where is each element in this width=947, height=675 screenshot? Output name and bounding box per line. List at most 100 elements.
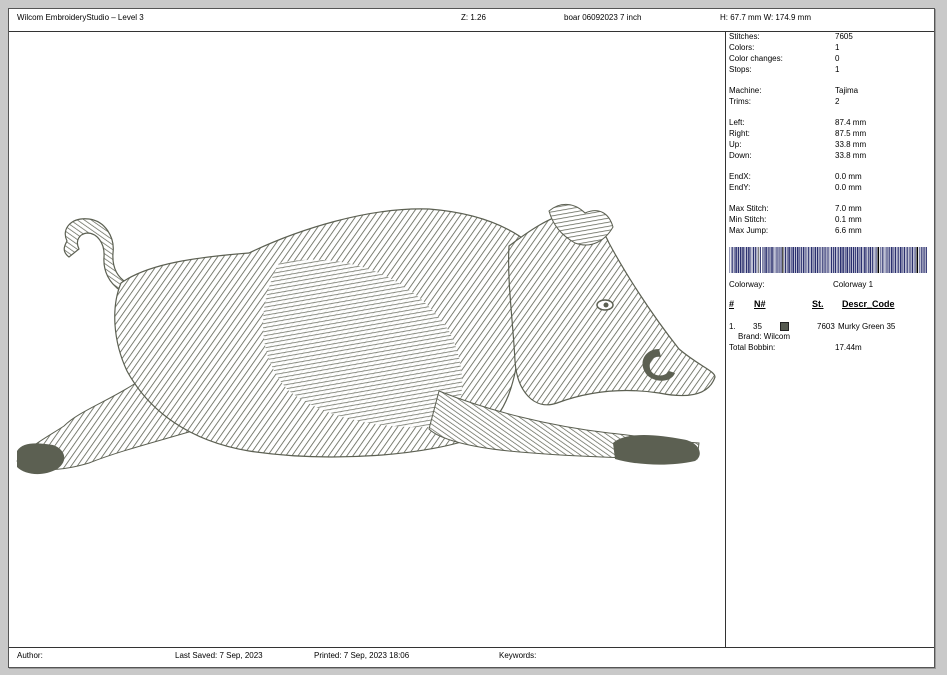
barcode-bar — [903, 247, 906, 273]
barcode-bar — [771, 247, 773, 273]
barcode-bar — [832, 247, 834, 273]
barcode-bar — [734, 247, 735, 273]
barcode-bar — [754, 247, 756, 273]
barcode-bar — [846, 247, 848, 273]
barcode-bar — [732, 247, 734, 273]
barcode-bar — [874, 247, 876, 273]
barcode-bar — [769, 247, 771, 273]
barcode-bar — [866, 247, 867, 273]
barcode-bar — [859, 247, 860, 273]
barcode-bar — [794, 247, 797, 273]
last-saved-field: Last Saved: 7 Sep, 2023 — [175, 651, 263, 660]
barcode-bar — [850, 247, 853, 273]
design-info-panel: Stitches: 7605 Colors: 1 Color changes: … — [726, 31, 934, 647]
barcode-bar — [915, 247, 916, 273]
stat-end-x: EndX: 0.0 mm — [729, 172, 862, 181]
barcode-bar — [759, 247, 761, 273]
barcode-bar — [823, 247, 825, 273]
barcode-bar — [748, 247, 750, 273]
barcode-bar — [834, 247, 837, 273]
barcode-bar — [816, 247, 819, 273]
barcode-bar — [810, 247, 813, 273]
barcode-bar — [838, 247, 840, 273]
stat-up: Up: 33.8 mm — [729, 140, 867, 149]
barcode-bar — [919, 247, 920, 273]
barcode-bar — [873, 247, 875, 273]
barcode-bar — [893, 247, 894, 273]
barcode-bar — [877, 247, 880, 273]
barcode-bar — [828, 247, 829, 273]
file-name: boar 06092023 7 inch — [564, 13, 642, 22]
design-preview-area — [9, 31, 726, 647]
barcode-bar — [729, 247, 730, 273]
stat-end-y: EndY: 0.0 mm — [729, 183, 862, 192]
barcode-bar — [792, 247, 794, 273]
stat-stitches: Stitches: 7605 — [729, 32, 853, 41]
barcode-bar — [813, 247, 814, 273]
stitch-barcode — [729, 247, 927, 273]
stat-trims: Trims: 2 — [729, 97, 840, 106]
thread-index: 1. — [729, 322, 736, 331]
barcode-bar — [836, 247, 838, 273]
barcode-bar — [805, 247, 806, 273]
barcode-bar — [894, 247, 897, 273]
barcode-bar — [920, 247, 922, 273]
barcode-bar — [862, 247, 864, 273]
barcode-bar — [871, 247, 873, 273]
barcode-bar — [809, 247, 811, 273]
barcode-bar — [905, 247, 907, 273]
barcode-bar — [756, 247, 758, 273]
barcode-bar — [916, 247, 919, 273]
barcode-bar — [910, 247, 911, 273]
barcode-bar — [777, 247, 779, 273]
barcode-bar — [767, 247, 769, 273]
boar-embroidery-design — [16, 204, 716, 475]
barcode-bar — [784, 247, 787, 273]
barcode-bar — [745, 247, 748, 273]
barcode-bar — [827, 247, 828, 273]
barcode-bar — [900, 247, 902, 273]
barcode-bar — [821, 247, 823, 273]
barcode-bar — [765, 247, 767, 273]
barcode-bar — [801, 247, 803, 273]
barcode-bar — [782, 247, 784, 273]
stat-max-jump: Max Jump: 6.6 mm — [729, 226, 862, 235]
thread-brand: Brand: Wilcom — [738, 332, 791, 341]
barcode-bar — [860, 247, 863, 273]
thread-header-st: St. — [812, 299, 824, 309]
barcode-bar — [889, 247, 891, 273]
barcode-bar — [909, 247, 910, 273]
footer-bar: Author: Last Saved: 7 Sep, 2023 Printed:… — [9, 647, 934, 668]
keywords-field: Keywords: — [499, 651, 537, 660]
colorway-row: Colorway: Colorway 1 — [729, 280, 874, 289]
barcode-bar — [886, 247, 887, 273]
barcode-bar — [856, 247, 859, 273]
boar-tail — [63, 218, 128, 292]
barcode-bar — [762, 247, 763, 273]
barcode-bar — [820, 247, 821, 273]
barcode-bar — [876, 247, 877, 273]
barcode-bar — [799, 247, 801, 273]
barcode-bar — [926, 247, 927, 273]
barcode-bar — [779, 247, 780, 273]
barcode-bar — [750, 247, 751, 273]
barcode-bar — [825, 247, 827, 273]
barcode-bar — [924, 247, 926, 273]
barcode-bar — [848, 247, 850, 273]
barcode-bar — [852, 247, 855, 273]
barcode-bar — [887, 247, 889, 273]
barcode-bar — [881, 247, 883, 273]
barcode-bar — [898, 247, 900, 273]
barcode-bar — [913, 247, 915, 273]
barcode-bar — [739, 247, 742, 273]
barcode-bar — [902, 247, 903, 273]
boar-pupil — [603, 302, 609, 308]
barcode-bar — [831, 247, 833, 273]
stat-left: Left: 87.4 mm — [729, 118, 867, 127]
barcode-bar — [864, 247, 866, 273]
barcode-bar — [730, 247, 732, 273]
stat-down: Down: 33.8 mm — [729, 151, 867, 160]
app-title: Wilcom EmbroideryStudio – Level 3 — [17, 13, 144, 22]
zoom-level: Z: 1.26 — [461, 13, 486, 22]
barcode-bar — [883, 247, 885, 273]
